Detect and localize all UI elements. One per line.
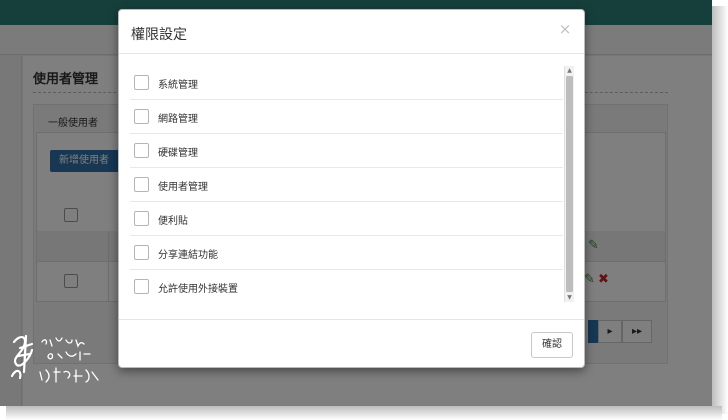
permission-checkbox[interactable] [134, 279, 149, 294]
permission-checkbox[interactable] [134, 245, 149, 260]
permission-list-scrollbar[interactable]: ▲ ▼ [564, 66, 574, 302]
permission-item-share-links[interactable]: 分享連結功能 [130, 236, 563, 270]
permission-label: 系統管理 [158, 80, 198, 91]
permission-item-system[interactable]: 系統管理 [130, 66, 563, 100]
permission-label: 允許使用外接裝置 [158, 284, 238, 295]
permission-item-sticky-notes[interactable]: 便利貼 [130, 202, 563, 236]
blog-watermark-logo [10, 334, 99, 383]
frame-shadow [712, 6, 728, 414]
permission-label: 硬碟管理 [158, 148, 198, 159]
close-icon[interactable]: × [558, 21, 572, 37]
permission-settings-dialog: 權限設定 × 系統管理 網路管理 硬碟管理 使用者管理 便利貼 分享連結功能 允… [118, 9, 585, 368]
permission-label: 便利貼 [158, 216, 188, 227]
permission-list: 系統管理 網路管理 硬碟管理 使用者管理 便利貼 分享連結功能 允許使用外接裝置 [130, 66, 573, 302]
permission-checkbox[interactable] [134, 75, 149, 90]
scroll-thumb[interactable] [566, 76, 573, 292]
dialog-header: 權限設定 × [119, 10, 584, 54]
permission-label: 網路管理 [158, 114, 198, 125]
permission-checkbox[interactable] [134, 177, 149, 192]
permission-item-disk[interactable]: 硬碟管理 [130, 134, 563, 168]
permission-checkbox[interactable] [134, 211, 149, 226]
permission-checkbox[interactable] [134, 109, 149, 124]
permission-item-users[interactable]: 使用者管理 [130, 168, 563, 202]
dialog-footer: 確認 [119, 319, 584, 367]
confirm-button[interactable]: 確認 [531, 332, 573, 358]
permission-label: 分享連結功能 [158, 250, 218, 261]
permission-item-external-devices[interactable]: 允許使用外接裝置 [130, 270, 563, 302]
dialog-title: 權限設定 [131, 27, 187, 43]
scroll-down-icon[interactable]: ▼ [565, 293, 574, 302]
permission-checkbox[interactable] [134, 143, 149, 158]
frame-shadow [6, 406, 722, 420]
scroll-up-icon[interactable]: ▲ [565, 66, 574, 75]
permission-label: 使用者管理 [158, 182, 208, 193]
permission-item-network[interactable]: 網路管理 [130, 100, 563, 134]
